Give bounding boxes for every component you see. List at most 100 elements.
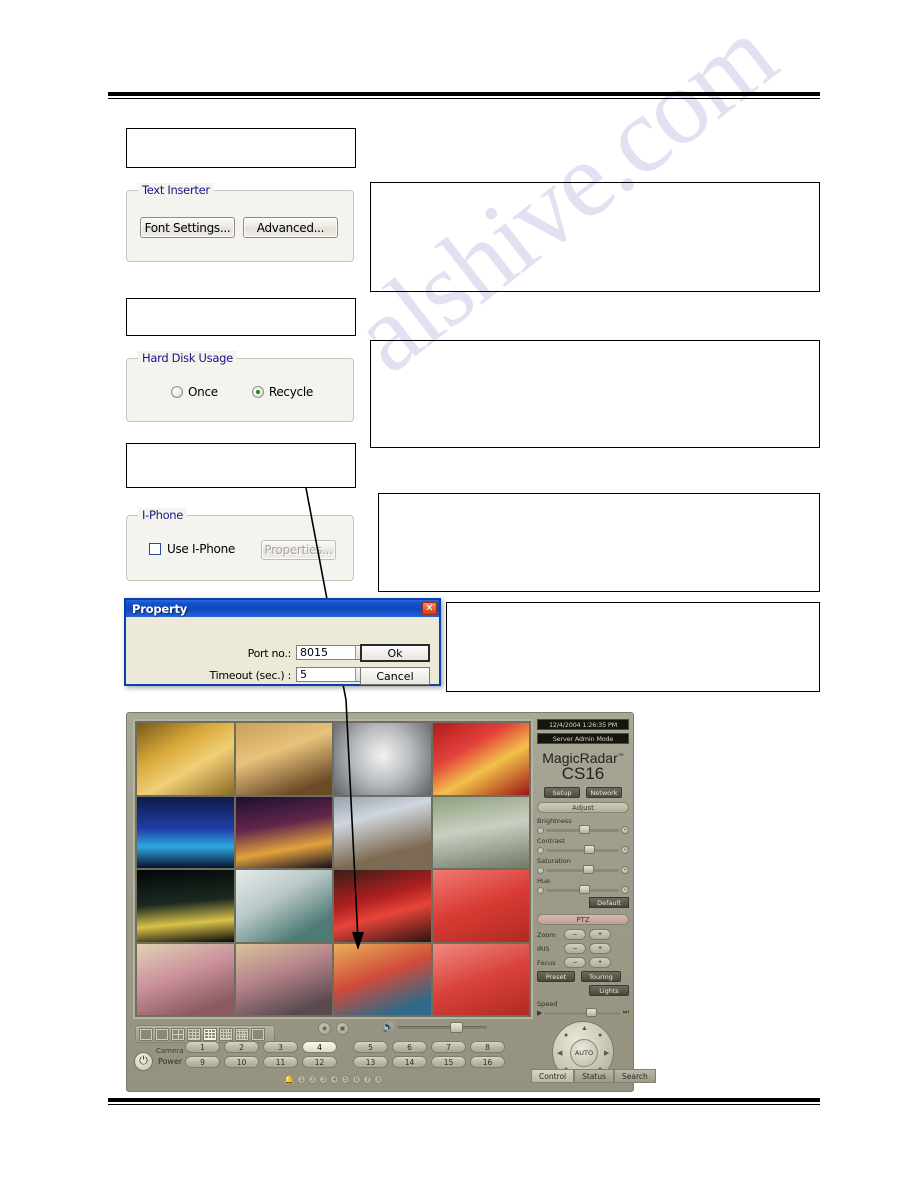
- tab-search[interactable]: Search: [614, 1069, 656, 1083]
- ptz-focus-plus-button[interactable]: +: [589, 957, 611, 968]
- slider-hue-thumb[interactable]: [578, 884, 590, 894]
- camera-button-10[interactable]: 10: [224, 1056, 259, 1068]
- power-icon[interactable]: ⏻: [134, 1052, 153, 1071]
- volume-slider-thumb[interactable]: [449, 1022, 463, 1033]
- camera-cell-16[interactable]: [432, 943, 529, 1015]
- ptz-iris-plus-button[interactable]: +: [589, 943, 611, 954]
- radio-once[interactable]: Once: [171, 385, 218, 399]
- camera-cell-11[interactable]: [334, 870, 431, 942]
- alarm-indicator-7[interactable]: 7: [362, 1075, 372, 1084]
- slider-brightness-track[interactable]: [546, 824, 619, 834]
- ptz-up-left-icon[interactable]: ●: [564, 1032, 568, 1039]
- slider-saturation-track[interactable]: [546, 864, 619, 874]
- alarm-indicator-8[interactable]: 8: [373, 1075, 383, 1084]
- ptz-up-icon[interactable]: ▲: [581, 1025, 588, 1032]
- timeout-spinner[interactable]: ▲ ▼: [296, 667, 368, 682]
- camera-cell-12[interactable]: [432, 870, 529, 942]
- camera-cell-3[interactable]: [334, 723, 431, 795]
- camera-cell-15[interactable]: [334, 943, 431, 1015]
- slider-brightness-thumb[interactable]: [578, 824, 590, 834]
- preset-button[interactable]: Preset: [537, 971, 575, 982]
- layout-16-view-button[interactable]: [235, 1027, 249, 1041]
- alarm-indicator-6[interactable]: 6: [351, 1075, 361, 1084]
- close-icon[interactable]: ✕: [422, 602, 437, 615]
- port-no-spinner[interactable]: ▲ ▼: [296, 645, 368, 660]
- use-iphone-checkbox-row[interactable]: Use I-Phone: [149, 542, 235, 556]
- layout-9-view-button[interactable]: [203, 1027, 217, 1041]
- camera-button-3[interactable]: 3: [263, 1041, 298, 1053]
- camera-button-12[interactable]: 12: [302, 1056, 337, 1068]
- setup-button[interactable]: Setup: [544, 787, 580, 798]
- volume-slider-track[interactable]: [398, 1022, 487, 1033]
- camera-button-11[interactable]: 11: [263, 1056, 298, 1068]
- font-settings-button[interactable]: Font Settings...: [140, 217, 235, 238]
- layout-6-view-button[interactable]: [187, 1027, 201, 1041]
- layout-4-view-button[interactable]: [171, 1027, 185, 1041]
- layout-1-view-button[interactable]: [155, 1027, 169, 1041]
- camera-button-15[interactable]: 15: [431, 1056, 466, 1068]
- camera-button-9[interactable]: 9: [185, 1056, 220, 1068]
- ptz-focus-minus-button[interactable]: –: [564, 957, 586, 968]
- slider-brightness[interactable]: +: [537, 824, 629, 834]
- speed-slider[interactable]: ▶ ⏭: [537, 1007, 629, 1017]
- camera-button-6[interactable]: 6: [392, 1041, 427, 1053]
- camera-cell-14[interactable]: [235, 943, 332, 1015]
- slider-hue[interactable]: +: [537, 884, 629, 894]
- camera-button-7[interactable]: 7: [431, 1041, 466, 1053]
- slider-saturation-thumb[interactable]: [582, 864, 594, 874]
- radio-recycle[interactable]: Recycle: [251, 385, 313, 399]
- lights-button[interactable]: Lights: [589, 985, 629, 996]
- ok-button[interactable]: Ok: [360, 644, 430, 662]
- camera-cell-1[interactable]: [137, 723, 234, 795]
- camera-cell-2[interactable]: [235, 723, 332, 795]
- volume-control[interactable]: 🔊: [382, 1022, 487, 1033]
- touring-button[interactable]: Touring: [581, 971, 621, 982]
- audio-record-icon[interactable]: ▣: [336, 1022, 349, 1035]
- slider-contrast-thumb[interactable]: [583, 844, 595, 854]
- camera-cell-8[interactable]: [432, 796, 529, 868]
- slider-contrast[interactable]: +: [537, 844, 629, 854]
- ptz-zoom-plus-button[interactable]: +: [589, 929, 611, 940]
- layout-auto-sequence-button[interactable]: [139, 1027, 153, 1041]
- camera-button-4[interactable]: 4: [302, 1041, 337, 1053]
- property-dialog-titlebar[interactable]: Property ✕: [126, 600, 439, 617]
- camera-cell-10[interactable]: [235, 870, 332, 942]
- network-button[interactable]: Network: [586, 787, 622, 798]
- alarm-indicator-4[interactable]: 4: [329, 1075, 339, 1084]
- camera-button-16[interactable]: 16: [470, 1056, 505, 1068]
- ptz-auto-button[interactable]: AUTO: [570, 1039, 598, 1067]
- camera-cell-13[interactable]: [137, 943, 234, 1015]
- ptz-zoom-minus-button[interactable]: –: [564, 929, 586, 940]
- cancel-button[interactable]: Cancel: [360, 667, 430, 685]
- alarm-indicator-5[interactable]: 5: [340, 1075, 350, 1084]
- audio-mute-icon[interactable]: ◉: [318, 1022, 331, 1035]
- use-iphone-checkbox[interactable]: [149, 543, 161, 555]
- speed-slider-track[interactable]: [544, 1007, 621, 1017]
- iphone-properties-button[interactable]: Properties...: [261, 540, 336, 560]
- alarm-indicator-1[interactable]: 1: [296, 1075, 306, 1084]
- slider-contrast-track[interactable]: [546, 844, 619, 854]
- ptz-iris-minus-button[interactable]: –: [564, 943, 586, 954]
- port-no-input[interactable]: [297, 646, 355, 659]
- advanced-button[interactable]: Advanced...: [243, 217, 338, 238]
- speed-slider-thumb[interactable]: [586, 1007, 598, 1017]
- layout-full-screen-button[interactable]: [251, 1027, 265, 1041]
- tab-status[interactable]: Status: [574, 1069, 615, 1083]
- layout-10-view-button[interactable]: [219, 1027, 233, 1041]
- camera-button-1[interactable]: 1: [185, 1041, 220, 1053]
- default-button[interactable]: Default: [589, 897, 629, 908]
- ptz-right-icon[interactable]: ▶: [604, 1049, 609, 1057]
- camera-button-14[interactable]: 14: [392, 1056, 427, 1068]
- slider-saturation[interactable]: +: [537, 864, 629, 874]
- camera-button-5[interactable]: 5: [353, 1041, 388, 1053]
- camera-button-8[interactable]: 8: [470, 1041, 505, 1053]
- camera-cell-7[interactable]: [334, 796, 431, 868]
- ptz-left-icon[interactable]: ◀: [557, 1049, 562, 1057]
- camera-cell-5[interactable]: [137, 796, 234, 868]
- alarm-indicator-2[interactable]: 2: [307, 1075, 317, 1084]
- camera-button-2[interactable]: 2: [224, 1041, 259, 1053]
- tab-control[interactable]: Control: [531, 1069, 575, 1083]
- camera-button-13[interactable]: 13: [353, 1056, 388, 1068]
- camera-cell-6[interactable]: [235, 796, 332, 868]
- timeout-input[interactable]: [297, 668, 355, 681]
